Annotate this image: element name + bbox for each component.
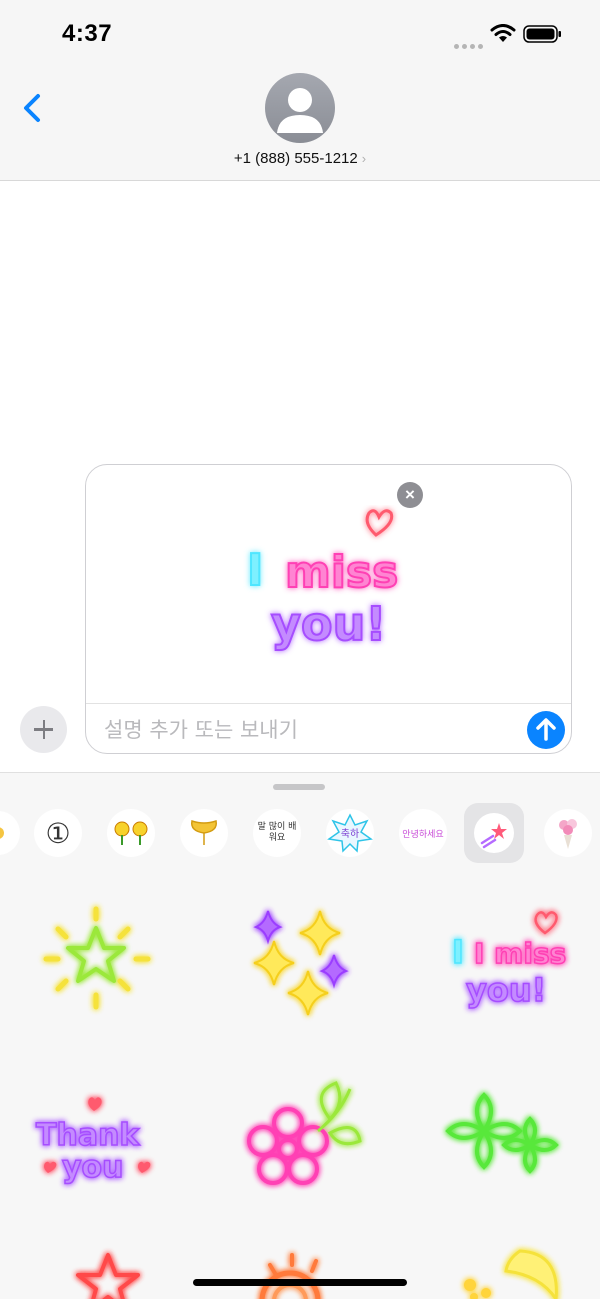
neon-sticker-app-selected[interactable] [464, 803, 524, 863]
battery-icon [523, 25, 561, 43]
person-icon [277, 88, 323, 133]
wifi-icon [490, 24, 516, 42]
shooting-star-icon [474, 813, 514, 853]
svg-text:you: you [62, 1150, 124, 1185]
sticker-drawer: ① 말 많이 배워요 축하 안녕하세요 I I miss you! Thank … [0, 772, 600, 1299]
neon-flower-sticker[interactable] [247, 1081, 362, 1185]
neon-sun-sticker[interactable] [259, 1253, 321, 1299]
send-button[interactable] [527, 711, 565, 749]
compose-box: × I miss you! [85, 464, 572, 754]
neon-sparkles-sticker[interactable] [253, 910, 349, 1016]
neon-i-miss-you-sticker[interactable]: I I miss you! [451, 911, 567, 1010]
svg-text:you!: you! [466, 971, 546, 1009]
number-one-app-icon[interactable]: ① [34, 809, 82, 857]
korean-text-app-icon[interactable]: 말 많이 배워요 [253, 809, 301, 857]
arrow-up-icon [536, 718, 556, 741]
contact-name[interactable]: +1 (888) 555-1212 › [0, 150, 600, 167]
neon-thank-you-sticker[interactable]: Thank you [35, 1097, 151, 1186]
status-bar: 4:37 [0, 0, 600, 62]
conversation-header: +1 (888) 555-1212 › [0, 62, 600, 181]
status-time: 4:37 [62, 20, 113, 47]
contact-avatar[interactable] [265, 73, 335, 143]
attachment-preview: × I miss you! [86, 465, 571, 704]
home-indicator[interactable] [193, 1279, 407, 1286]
partial-app-icon[interactable] [0, 809, 22, 857]
neon-moon-sticker[interactable] [464, 1249, 558, 1299]
back-chevron-icon[interactable] [18, 88, 54, 128]
svg-text:I miss: I miss [474, 937, 566, 970]
cellular-signal-icon [454, 36, 486, 54]
neon-clovers-sticker[interactable] [445, 1092, 559, 1174]
greeting-app-icon[interactable]: 안녕하세요 [399, 809, 447, 857]
sticker-grid: I I miss you! Thank you [0, 883, 600, 1299]
sticker-text-i: I [247, 545, 263, 596]
drawer-grabber[interactable] [273, 784, 325, 790]
flowers-app-icon[interactable] [107, 809, 155, 857]
sticker-text-miss: miss [285, 547, 398, 598]
contact-name-label: +1 (888) 555-1212 [233, 150, 358, 167]
add-attachment-button[interactable] [20, 706, 67, 753]
i-miss-you-sticker: I miss you! [246, 509, 399, 652]
bouquet-app-icon[interactable] [544, 809, 592, 857]
sticker-text-you: you! [271, 597, 386, 651]
message-input[interactable] [102, 715, 516, 745]
chevron-right-icon: › [361, 151, 367, 166]
celebrate-app-icon[interactable]: 축하 [326, 809, 374, 857]
svg-text:I: I [452, 933, 464, 971]
svg-text:축하: 축하 [341, 827, 359, 840]
svg-text:Thank: Thank [36, 1118, 140, 1153]
app-strip: ① 말 많이 배워요 축하 안녕하세요 [0, 803, 600, 867]
ginkgo-leaf-app-icon[interactable] [180, 809, 228, 857]
neon-star-burst-sticker[interactable] [43, 906, 151, 1010]
neon-star-outline-sticker[interactable] [76, 1253, 140, 1299]
